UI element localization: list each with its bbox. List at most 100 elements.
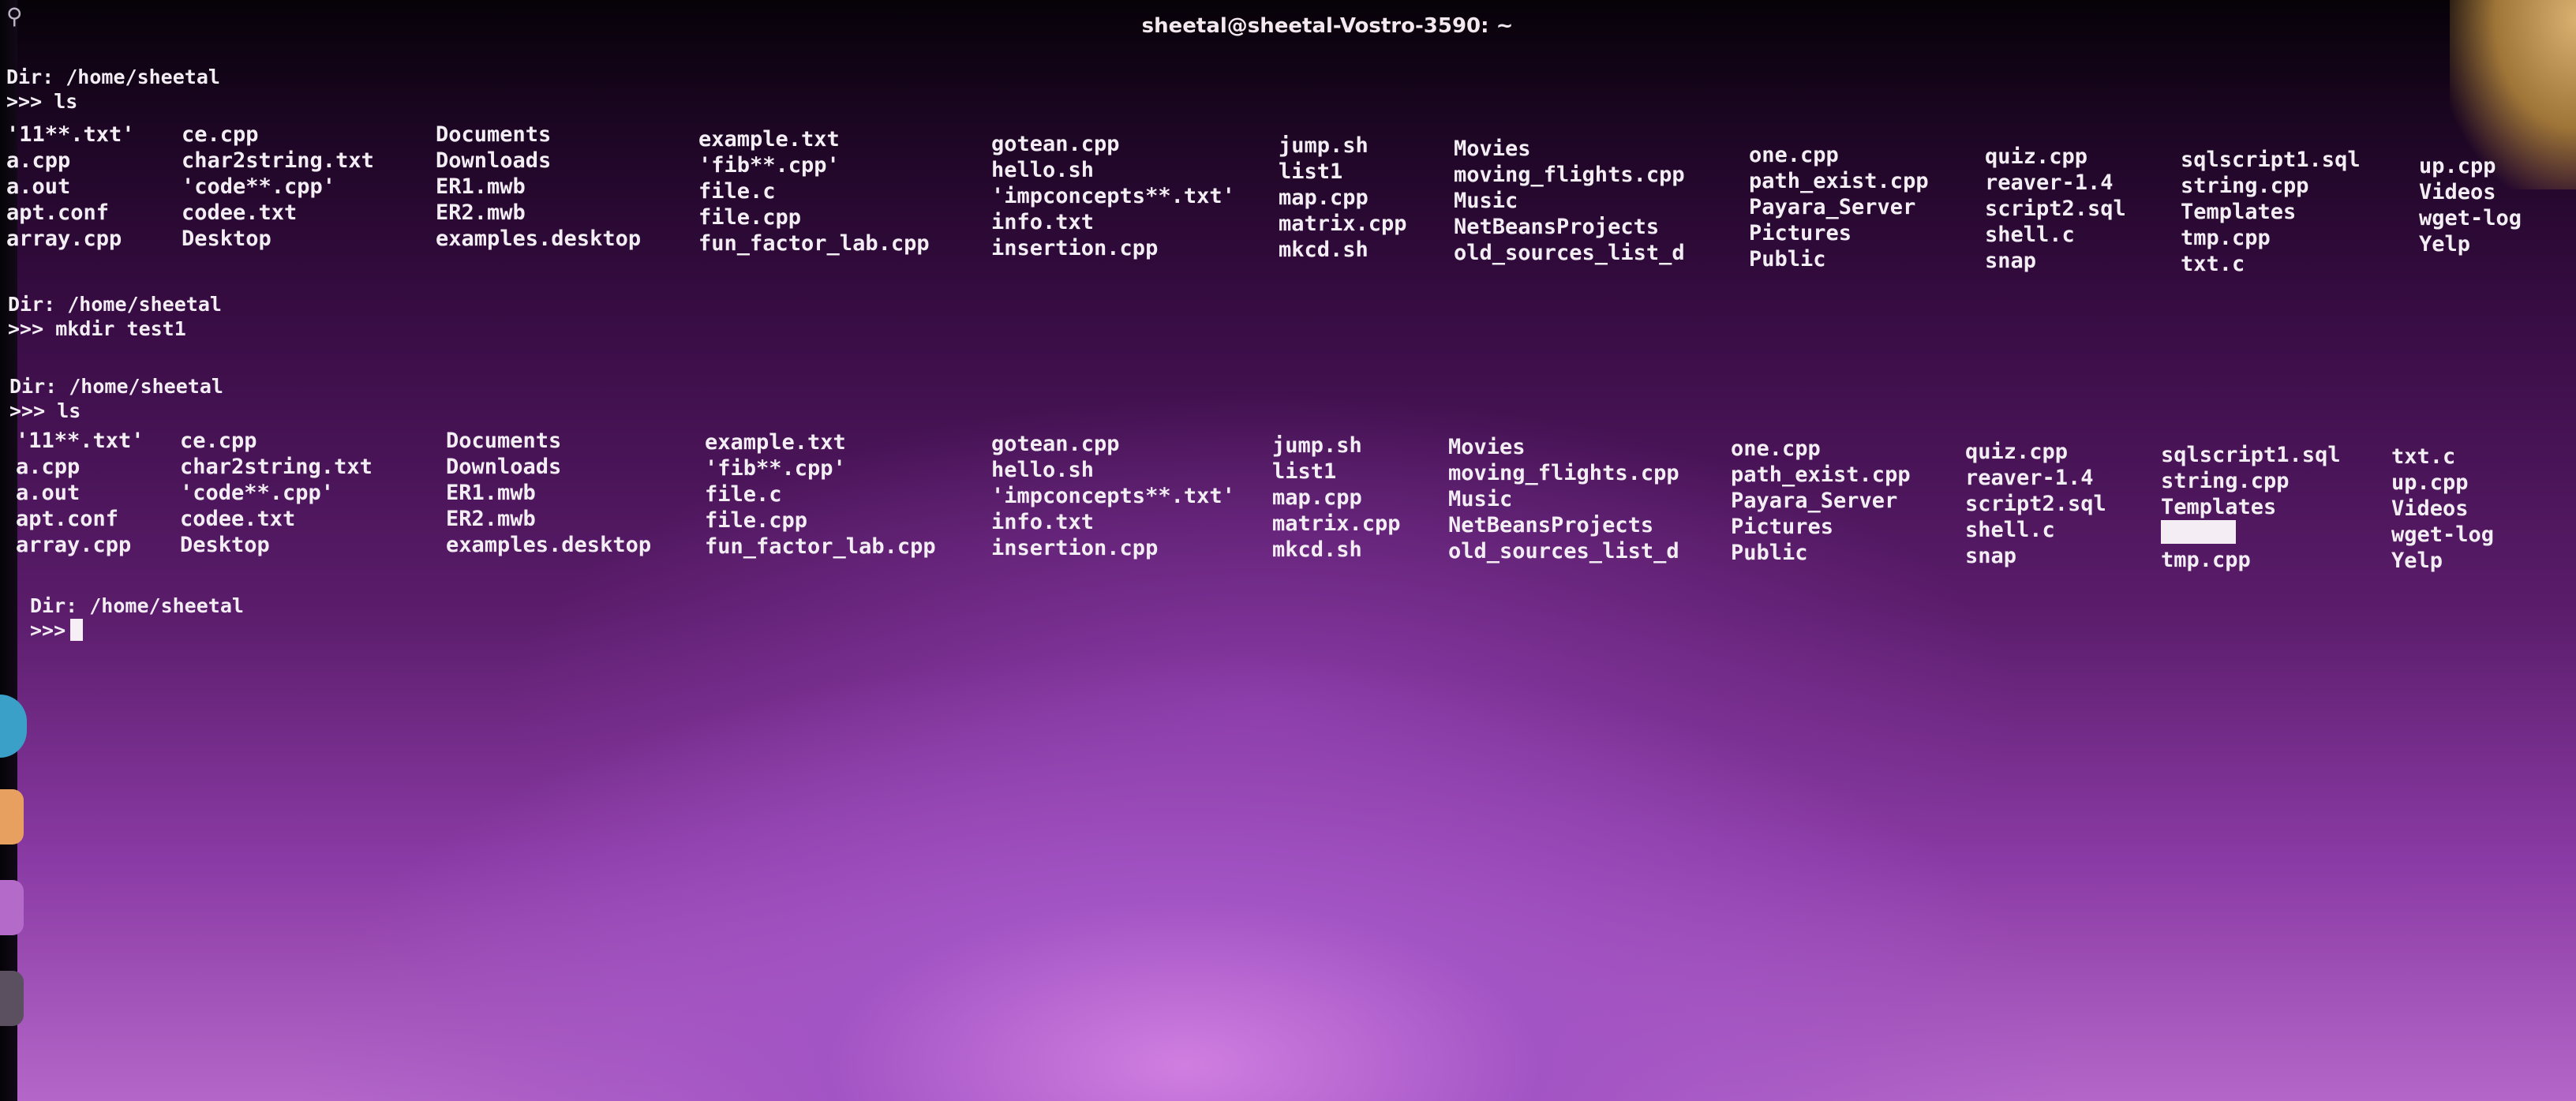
ls-entry: Yelp — [2391, 549, 2443, 573]
ls-column: gotean.cpp hello.sh'impconcepts**.txt' inf… — [991, 131, 1235, 261]
ls-column: '11**.txt' a.cpp a.out apt.conf array.cpp — [16, 428, 144, 558]
ls-entry: ER2.mwb — [436, 200, 526, 225]
ls-column: up.cpp Videos wget-log Yelp — [2419, 153, 2522, 257]
ls-entry — [2161, 520, 2341, 547]
ls-entry: sqlscript1.sql — [2161, 443, 2341, 467]
ls-entry: hello.sh — [991, 458, 1095, 482]
ls-entry: reaver-1.4 — [1985, 170, 2114, 195]
ls-entry: Pictures — [1731, 515, 1834, 539]
ls-entry: 'code**.cpp' — [180, 481, 335, 505]
ls-column: '11**.txt' a.cpp a.out apt.conf array.cpp — [6, 122, 135, 252]
ls-column: quiz.cpp reaver-1.4 script2.sql shell.c snap — [1965, 439, 2106, 569]
ls-entry: array.cpp — [16, 533, 132, 557]
ls-entry: Templates — [2161, 495, 2277, 519]
ls-column: quiz.cpp reaver-1.4 script2.sql shell.c snap — [1985, 144, 2126, 274]
ls-entry: reaver-1.4 — [1965, 466, 2094, 490]
ls-entry: NetBeansProjects — [1448, 513, 1654, 537]
ls-entry: file.c — [705, 482, 782, 507]
ls-entry: Downloads — [436, 148, 552, 173]
dir-line: Dir: /home/sheetal — [9, 375, 223, 398]
ls-entry: 'fib**.cpp' — [698, 153, 840, 178]
ls-entry: Public — [1749, 247, 1826, 272]
ls-entry: Downloads — [446, 455, 562, 479]
ls-entry: quiz.cpp — [1965, 440, 2069, 464]
ls-entry: 'impconcepts**.txt' — [991, 184, 1235, 208]
ls-column: sqlscript1.sql string.cpp Templates tmp.cpp — [2161, 442, 2341, 573]
ls-column: example.txt'fib**.cpp' file.c file.cpp fun_… — [705, 429, 936, 560]
ls-entry: '11**.txt' — [16, 429, 144, 453]
ls-entry: fun_factor_lab.cpp — [705, 534, 936, 559]
prompt-block: Dir: /home/sheetal >>> ls — [9, 374, 223, 423]
ls-column: txt.c up.cpp Videos wget-log Yelp — [2391, 444, 2494, 574]
ls-entry: file.cpp — [698, 205, 802, 230]
ls-entry: moving_flights.cpp — [1454, 163, 1685, 187]
ls-entry: char2string.txt — [180, 455, 373, 479]
ls-column: Movies moving_flights.cpp Music NetBeansPro… — [1448, 434, 1679, 564]
ls-entry: Payara_Server — [1749, 195, 1916, 219]
ls-entry: apt.conf — [6, 200, 110, 225]
ls-entry: 'fib**.cpp' — [705, 456, 846, 481]
ls-entry: file.cpp — [705, 508, 808, 533]
ls-entry: map.cpp — [1279, 185, 1368, 210]
ls-entry: '11**.txt' — [6, 122, 135, 147]
ls-entry: info.txt — [991, 510, 1095, 534]
ls-entry: ER2.mwb — [446, 507, 536, 531]
ls-entry: map.cpp — [1272, 485, 1362, 510]
ls-entry: txt.c — [2391, 444, 2456, 469]
ls-entry: tmp.cpp — [2181, 226, 2271, 250]
text-cursor[interactable] — [70, 619, 84, 641]
ls-entry: array.cpp — [6, 227, 122, 251]
ls-entry: old_sources_list_d — [1454, 241, 1685, 265]
ls-entry: a.cpp — [6, 148, 71, 173]
ls-entry: a.out — [16, 481, 80, 505]
ls-entry: Documents — [436, 122, 552, 147]
ls-entry: Yelp — [2419, 232, 2471, 257]
ls-column: jump.sh list1 map.cpp matrix.cpp mkcd.sh — [1279, 133, 1407, 263]
ls-entry: example.txt — [698, 127, 840, 152]
dir-line: Dir: /home/sheetal — [8, 293, 222, 316]
ls-entry: old_sources_list_d — [1448, 539, 1679, 564]
ls-entry: script2.sql — [1985, 197, 2126, 221]
ls-entry: string.cpp — [2181, 174, 2309, 198]
ls-entry: mkcd.sh — [1272, 537, 1362, 562]
ls-entry: Music — [1454, 189, 1518, 213]
selection-highlight — [2161, 520, 2236, 544]
ls-entry: path_exist.cpp — [1731, 462, 1911, 487]
ls-entry: Movies — [1448, 435, 1526, 459]
ls-entry: example.txt — [705, 430, 846, 455]
ls-entry: shell.c — [1965, 518, 2055, 542]
ls-entry: char2string.txt — [182, 148, 374, 173]
ls-entry: shell.c — [1985, 223, 2075, 247]
ls-column: example.txt'fib**.cpp' file.c file.cpp fun_… — [698, 126, 930, 257]
ls-entry: script2.sql — [1965, 492, 2106, 516]
ls-entry: apt.conf — [16, 507, 119, 531]
ls-entry: insertion.cpp — [991, 236, 1159, 260]
ls-entry: up.cpp — [2419, 154, 2496, 178]
ls-entry: 'impconcepts**.txt' — [991, 484, 1235, 508]
ls-entry: Public — [1731, 541, 1808, 565]
ls-entry: ce.cpp — [180, 429, 257, 453]
ls-entry: hello.sh — [991, 158, 1095, 182]
command-line: >>> mkdir test1 — [8, 317, 186, 340]
photo-of-screen: ⚲ sheetal@sheetal-Vostro-3590: ~ Dir: /h… — [0, 0, 2576, 1101]
dir-line: Dir: /home/sheetal — [30, 594, 244, 617]
ls-entry: ce.cpp — [182, 122, 259, 147]
ls-entry: examples.desktop — [446, 533, 652, 557]
ls-entry: codee.txt — [182, 200, 298, 225]
ls-entry: a.cpp — [16, 455, 80, 479]
ls-entry: fun_factor_lab.cpp — [698, 231, 930, 256]
ls-entry: snap — [1965, 544, 2017, 568]
prompt-block: Dir: /home/sheetal >>> mkdir test1 — [8, 292, 222, 341]
command-line[interactable]: >>> — [30, 618, 244, 642]
ls-entry: 'code**.cpp' — [182, 174, 336, 199]
ls-entry: info.txt — [991, 210, 1095, 234]
ls-column: one.cpp path_exist.cpp Payara_Server Pictur… — [1749, 142, 1929, 272]
ls-entry: examples.desktop — [436, 227, 642, 251]
command-line: >>> ls — [6, 90, 78, 113]
terminal-output[interactable]: Dir: /home/sheetal >>> ls '11**.txt' a.cp… — [0, 0, 2576, 1101]
ls-column: Movies moving_flights.cpp Music NetBeansPro… — [1454, 136, 1685, 266]
ls-entry: gotean.cpp — [991, 132, 1120, 156]
ls-entry: Music — [1448, 487, 1513, 511]
ls-entry: list1 — [1279, 159, 1343, 184]
ls-column: Documents Downloads ER1.mwb ER2.mwb examples… — [446, 428, 651, 558]
